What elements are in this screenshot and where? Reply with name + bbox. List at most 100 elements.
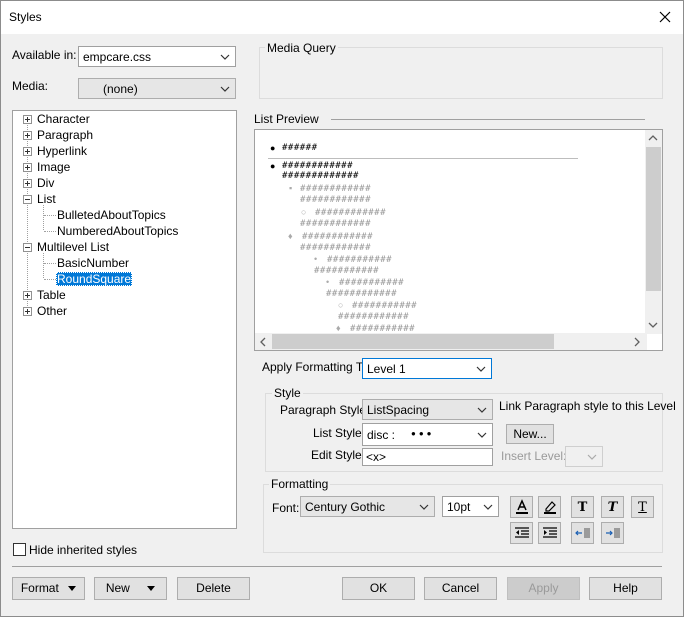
list-preview-divider bbox=[331, 119, 645, 120]
apply-formatting-dropdown[interactable]: Level 1 bbox=[362, 358, 492, 379]
scroll-right-icon[interactable] bbox=[633, 337, 641, 347]
edit-style-label: Edit Style: bbox=[311, 448, 366, 462]
preview-line: ############# bbox=[282, 171, 359, 181]
chevron-down-icon bbox=[476, 366, 486, 372]
insert-level-dropdown[interactable] bbox=[565, 446, 603, 467]
collapse-icon[interactable] bbox=[23, 243, 32, 252]
expand-icon[interactable] bbox=[23, 291, 32, 300]
indent-icon bbox=[542, 527, 557, 538]
vertical-scroll-thumb[interactable] bbox=[646, 147, 661, 291]
expand-icon[interactable] bbox=[23, 307, 32, 316]
tree-item-multilevel-list[interactable]: Multilevel List bbox=[37, 240, 109, 254]
expand-icon[interactable] bbox=[23, 131, 32, 140]
media-dropdown[interactable]: (none) bbox=[78, 78, 236, 99]
font-size-dropdown[interactable]: 10pt bbox=[442, 496, 499, 517]
font-color-button[interactable] bbox=[510, 496, 533, 518]
styles-tree[interactable]: Character Paragraph Hyperlink Image Div … bbox=[12, 110, 237, 529]
bold-button[interactable]: T bbox=[571, 496, 594, 518]
tree-item-character[interactable]: Character bbox=[37, 112, 90, 126]
list-style-glyphs: ●●● bbox=[411, 429, 435, 438]
tree-item-table[interactable]: Table bbox=[37, 288, 66, 302]
font-label: Font: bbox=[272, 501, 300, 515]
highlighter-icon bbox=[543, 501, 556, 514]
preview-line: ############ bbox=[282, 161, 354, 171]
underline-button[interactable]: T bbox=[631, 496, 654, 518]
increase-spacing-icon bbox=[605, 528, 619, 538]
chevron-down-icon bbox=[477, 407, 487, 413]
horizontal-scroll-thumb[interactable] bbox=[272, 334, 554, 349]
available-in-label: Available in: bbox=[12, 48, 77, 62]
preview-line: ########### bbox=[327, 255, 393, 265]
list-preview-label: List Preview bbox=[254, 112, 319, 126]
tree-item-numbered-about-topics[interactable]: NumberedAboutTopics bbox=[57, 224, 178, 238]
tree-item-bulleted-about-topics[interactable]: BulletedAboutTopics bbox=[57, 208, 166, 222]
tree-item-list[interactable]: List bbox=[37, 192, 56, 206]
new-button-label: New bbox=[105, 581, 130, 595]
tree-item-div[interactable]: Div bbox=[37, 176, 54, 190]
bottom-divider bbox=[12, 566, 662, 567]
tree-item-other[interactable]: Other bbox=[37, 304, 67, 318]
bold-icon: T bbox=[577, 499, 588, 515]
preview-vertical-scrollbar[interactable] bbox=[645, 130, 662, 334]
format-menu-button[interactable]: Format bbox=[12, 577, 85, 600]
bullet-disc-icon: • bbox=[314, 254, 318, 264]
media-query-label: Media Query bbox=[265, 41, 338, 55]
insert-level-label: Insert Level: bbox=[501, 449, 567, 463]
preview-line: ############ bbox=[315, 208, 387, 218]
delete-button[interactable]: Delete bbox=[177, 577, 250, 600]
edit-style-field[interactable]: <x> bbox=[362, 448, 493, 466]
expand-icon[interactable] bbox=[23, 179, 32, 188]
available-in-value: empcare.css bbox=[83, 50, 152, 64]
paragraph-style-dropdown[interactable]: ListSpacing bbox=[362, 399, 493, 420]
ok-button[interactable]: OK bbox=[342, 577, 415, 600]
preview-line: ############ bbox=[300, 219, 372, 229]
expand-icon[interactable] bbox=[23, 163, 32, 172]
help-button[interactable]: Help bbox=[589, 577, 662, 600]
tree-item-basic-number[interactable]: BasicNumber bbox=[57, 256, 129, 270]
highlight-color-button[interactable] bbox=[538, 496, 561, 518]
chevron-down-icon bbox=[419, 504, 429, 510]
scroll-down-icon[interactable] bbox=[648, 321, 658, 329]
indent-button[interactable] bbox=[538, 522, 561, 544]
font-dropdown[interactable]: Century Gothic bbox=[300, 496, 435, 517]
close-icon[interactable] bbox=[653, 5, 677, 29]
preview-horizontal-scrollbar[interactable] bbox=[255, 333, 647, 350]
new-list-style-button[interactable]: New... bbox=[506, 424, 554, 444]
collapse-icon[interactable] bbox=[23, 195, 32, 204]
decrease-spacing-button[interactable] bbox=[571, 522, 594, 544]
italic-button[interactable]: T bbox=[601, 496, 624, 518]
increase-spacing-button[interactable] bbox=[601, 522, 624, 544]
title-bar: Styles bbox=[1, 1, 683, 34]
bullet-square-icon: ▪ bbox=[289, 183, 293, 193]
expand-icon[interactable] bbox=[23, 147, 32, 156]
bullet-circle-icon: ○ bbox=[301, 207, 307, 217]
apply-button[interactable]: Apply bbox=[507, 577, 580, 600]
tree-item-round-square[interactable]: RoundSquare bbox=[56, 272, 133, 286]
new-menu-button[interactable]: New bbox=[94, 577, 167, 600]
scroll-left-icon[interactable] bbox=[259, 337, 267, 347]
hide-inherited-checkbox[interactable] bbox=[13, 543, 26, 556]
scroll-up-icon[interactable] bbox=[648, 134, 658, 142]
link-paragraph-text: Link Paragraph style to this Level bbox=[499, 399, 676, 413]
tree-item-paragraph[interactable]: Paragraph bbox=[37, 128, 93, 142]
list-style-label: List Style: bbox=[313, 426, 366, 440]
bullet-diamond-icon: ♦ bbox=[288, 231, 293, 241]
preview-line: ########### bbox=[314, 266, 380, 276]
window-title: Styles bbox=[9, 10, 42, 24]
list-style-dropdown[interactable]: disc : ●●● bbox=[362, 423, 493, 446]
font-size-value: 10pt bbox=[447, 500, 471, 514]
expand-icon[interactable] bbox=[23, 115, 32, 124]
list-preview-pane: ● ###### ● ############ ############# ▪ … bbox=[254, 129, 663, 351]
styles-dialog: Styles Available in: empcare.css Media: … bbox=[0, 0, 684, 617]
italic-icon: T bbox=[607, 499, 618, 515]
tree-item-hyperlink[interactable]: Hyperlink bbox=[37, 144, 87, 158]
apply-formatting-label: Apply Formatting To: bbox=[262, 360, 372, 374]
bullet-disc-icon: ● bbox=[270, 161, 276, 171]
formatting-group-title: Formatting bbox=[269, 477, 331, 491]
cancel-button[interactable]: Cancel bbox=[424, 577, 497, 600]
font-color-icon bbox=[515, 499, 528, 514]
tree-item-image[interactable]: Image bbox=[37, 160, 70, 174]
style-group-title: Style bbox=[272, 386, 303, 400]
available-in-dropdown[interactable]: empcare.css bbox=[78, 46, 236, 67]
outdent-button[interactable] bbox=[510, 522, 533, 544]
